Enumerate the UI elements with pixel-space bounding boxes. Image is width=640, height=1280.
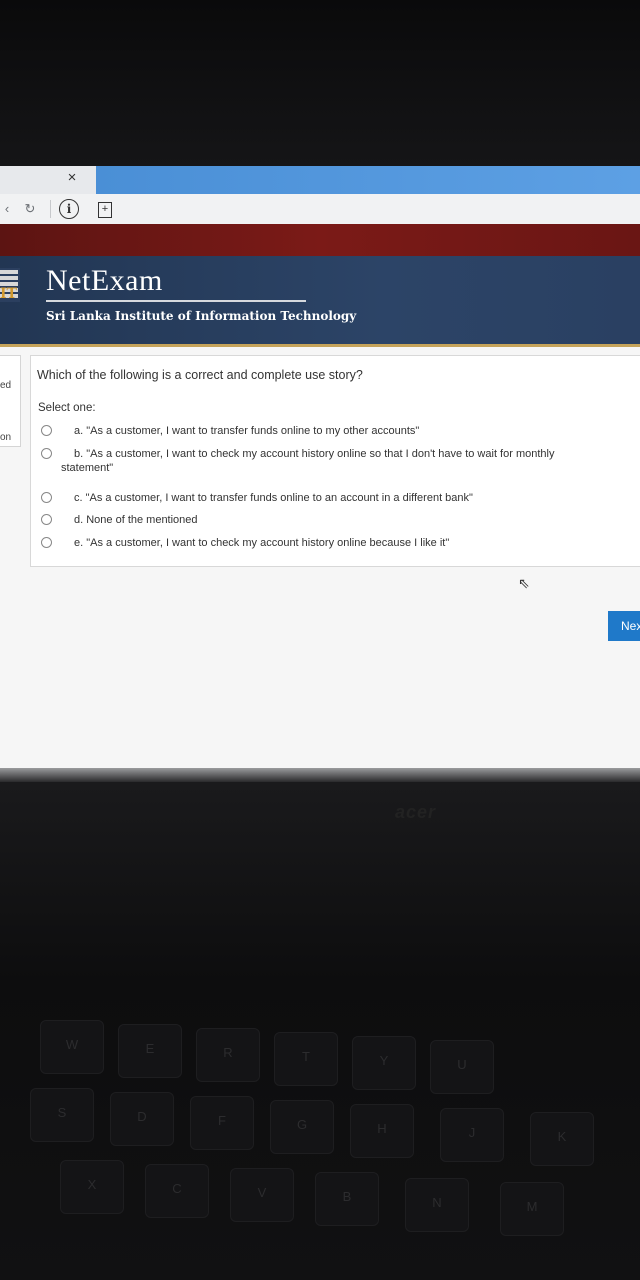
radio-button-a[interactable]	[41, 425, 52, 436]
page-content: ed on Which of the following is a correc…	[0, 347, 640, 780]
key-t: T	[274, 1032, 338, 1086]
logo-letters: IT	[0, 286, 17, 302]
screen-bottom-edge	[0, 768, 640, 782]
key-j: J	[440, 1108, 504, 1162]
key-x: X	[60, 1160, 124, 1214]
question-info-panel: ed on	[0, 355, 21, 447]
answer-option-d[interactable]: d. None of the mentioned	[41, 513, 640, 529]
select-one-prompt: Select one:	[38, 402, 96, 414]
answer-option-c[interactable]: c. "As a customer, I want to transfer fu…	[41, 491, 640, 507]
brand-divider	[46, 300, 306, 302]
key-u: U	[430, 1040, 494, 1094]
question-panel: Which of the following is a correct and …	[30, 355, 640, 567]
radio-button-c[interactable]	[41, 492, 52, 503]
key-h: H	[350, 1104, 414, 1158]
toolbar-divider	[50, 200, 51, 218]
browser-window: × ‹ ↻ i + IT NetExam Sri Lanka Institute…	[0, 166, 640, 780]
top-band	[0, 224, 640, 256]
laptop-keyboard: acer W E R T Y U S D F G H J K X C V B N…	[0, 782, 640, 1280]
key-k: K	[530, 1112, 594, 1166]
brand-subtitle: Sri Lanka Institute of Information Techn…	[46, 309, 357, 323]
option-label-e: e. "As a customer, I want to check my ac…	[74, 537, 450, 549]
option-label-c: c. "As a customer, I want to transfer fu…	[74, 492, 473, 504]
key-c: C	[145, 1164, 209, 1218]
key-n: N	[405, 1178, 469, 1232]
brand-title: NetExam	[46, 264, 163, 297]
tab-close-button[interactable]: ×	[63, 168, 81, 188]
option-label-b-continued: statement"	[61, 462, 114, 474]
page-action-icon[interactable]: +	[98, 202, 112, 218]
key-e: E	[118, 1024, 182, 1078]
key-w: W	[40, 1020, 104, 1074]
info-panel-text-2: on	[0, 432, 12, 443]
key-b: B	[315, 1172, 379, 1226]
laptop-brand-logo: acer	[395, 802, 437, 822]
key-f: F	[190, 1096, 254, 1150]
key-y: Y	[352, 1036, 416, 1090]
option-label-a: a. "As a customer, I want to transfer fu…	[74, 425, 420, 437]
answer-option-e[interactable]: e. "As a customer, I want to check my ac…	[41, 536, 640, 552]
site-info-icon[interactable]: i	[59, 199, 79, 219]
tab-strip: ×	[0, 166, 640, 194]
back-arrow-icon[interactable]: ‹	[2, 199, 12, 219]
option-label-d: d. None of the mentioned	[74, 514, 198, 526]
key-g: G	[270, 1100, 334, 1154]
option-label-b: b. "As a customer, I want to check my ac…	[74, 448, 555, 460]
radio-button-d[interactable]	[41, 514, 52, 525]
mouse-cursor-icon: ⇖	[518, 575, 530, 591]
next-page-button[interactable]: Nex	[608, 611, 640, 641]
key-v: V	[230, 1168, 294, 1222]
laptop-bezel-top	[0, 0, 640, 166]
answer-option-b[interactable]: b. "As a customer, I want to check my ac…	[41, 447, 640, 479]
info-panel-text-1: ed	[0, 380, 12, 391]
answer-option-a[interactable]: a. "As a customer, I want to transfer fu…	[41, 424, 640, 440]
question-text: Which of the following is a correct and …	[37, 368, 363, 382]
radio-button-e[interactable]	[41, 537, 52, 548]
site-header: IT NetExam Sri Lanka Institute of Inform…	[0, 256, 640, 347]
key-d: D	[110, 1092, 174, 1146]
key-s: S	[30, 1088, 94, 1142]
browser-toolbar: ‹ ↻ i +	[0, 194, 640, 225]
radio-button-b[interactable]	[41, 448, 52, 459]
key-m: M	[500, 1182, 564, 1236]
reload-icon[interactable]: ↻	[22, 199, 38, 219]
key-r: R	[196, 1028, 260, 1082]
